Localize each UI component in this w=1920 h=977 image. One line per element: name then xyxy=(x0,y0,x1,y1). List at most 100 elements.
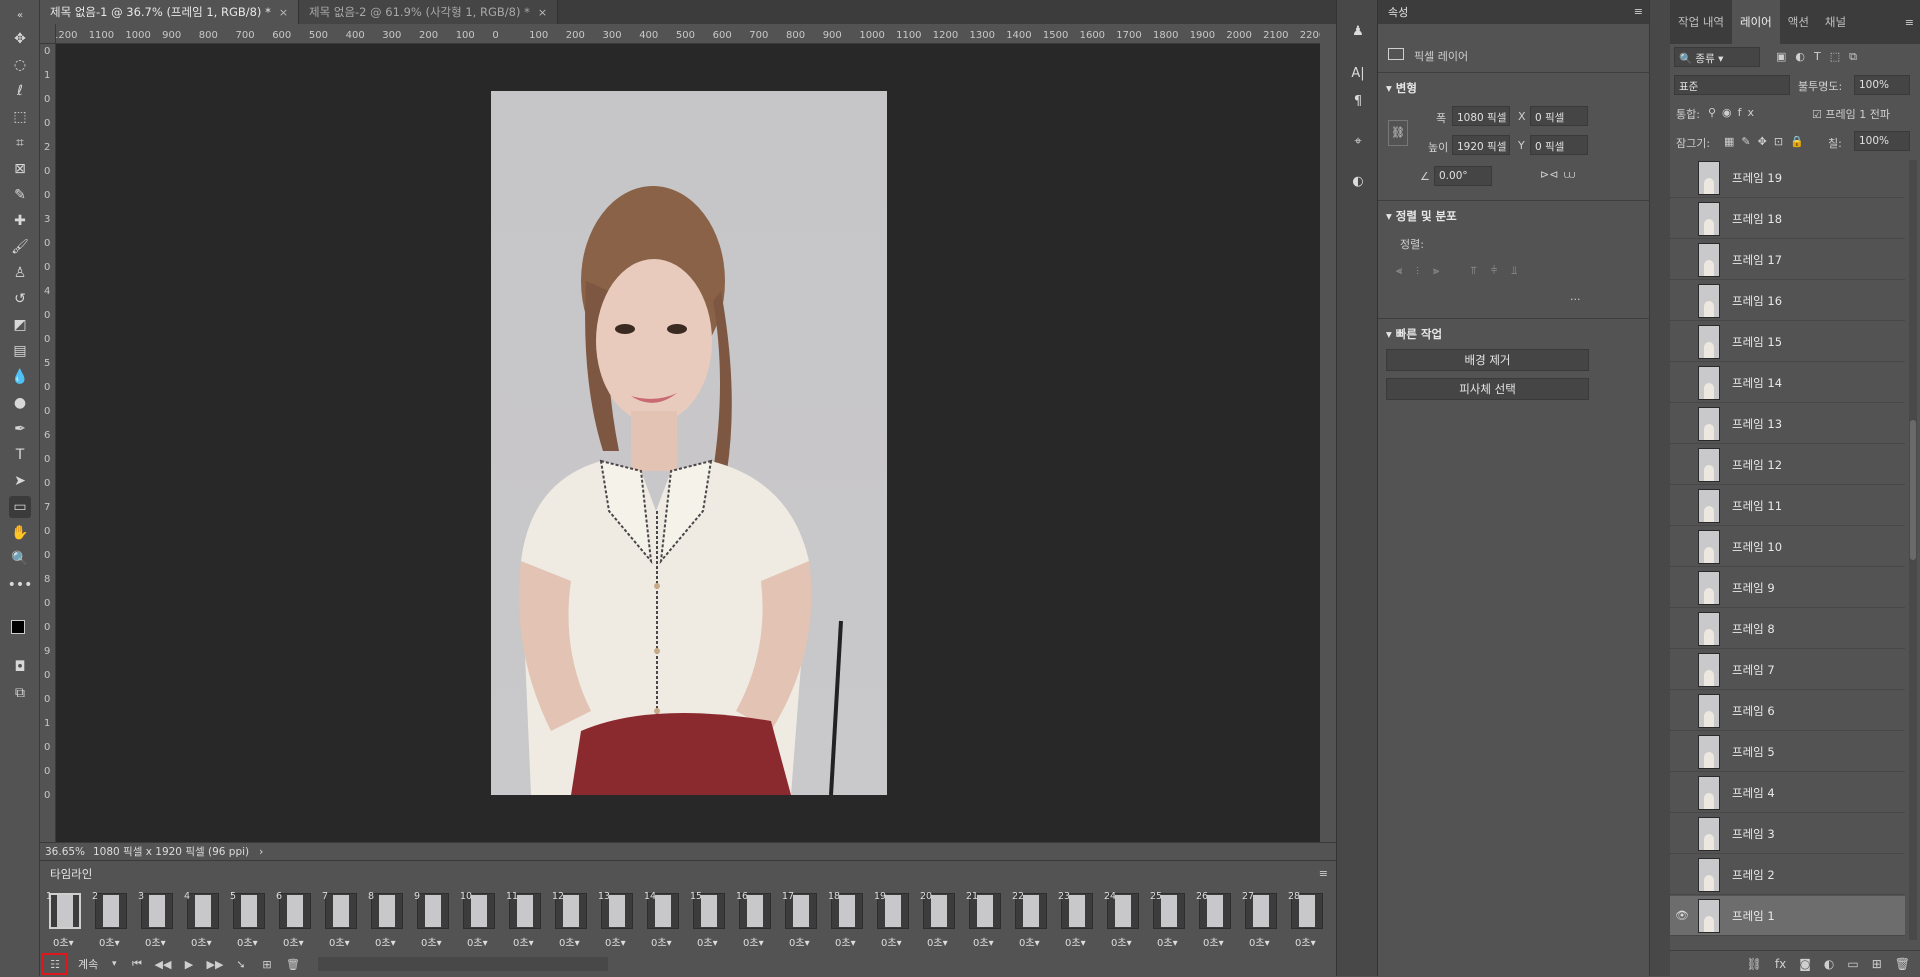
layer-row[interactable]: 프레임 3 xyxy=(1670,814,1905,854)
new-layer-icon[interactable]: ⊞ xyxy=(1872,957,1882,971)
tab-actions[interactable]: 액션 xyxy=(1780,0,1817,44)
blur-tool-icon[interactable]: 💧 xyxy=(9,366,31,388)
layer-row[interactable]: 프레임 17 xyxy=(1670,240,1905,280)
more-tools-icon[interactable]: ••• xyxy=(8,574,33,596)
frame-delay[interactable]: 0초▾ xyxy=(881,934,902,949)
visibility-toggle[interactable] xyxy=(1670,199,1694,239)
layer-row[interactable]: 프레임 12 xyxy=(1670,445,1905,485)
layer-row[interactable]: 프레임 8 xyxy=(1670,609,1905,649)
frame-delay[interactable]: 0초▾ xyxy=(927,934,948,949)
frame-delay[interactable]: 0초▾ xyxy=(1065,934,1086,949)
filter-icons[interactable]: ▣◐T⬚⧉ xyxy=(1776,50,1866,64)
timeline-frame[interactable]: 11 0초▾ xyxy=(503,890,547,950)
lock-icons[interactable]: ▦✎✥⊡🔒 xyxy=(1724,135,1811,148)
play-icon[interactable]: ▶ xyxy=(178,954,200,974)
timeline-frame[interactable]: 16 0초▾ xyxy=(733,890,777,950)
foreground-color-swatch[interactable] xyxy=(11,620,25,634)
previous-frame-icon[interactable]: ◀◀ xyxy=(152,954,174,974)
timeline-frame[interactable]: 5 0초▾ xyxy=(227,890,271,950)
layer-scrollbar[interactable] xyxy=(1909,160,1917,940)
crop-tool-icon[interactable]: ⌗ xyxy=(9,132,31,154)
convert-to-video-timeline-icon[interactable]: ☷ xyxy=(42,953,68,975)
frame-delay[interactable]: 0초▾ xyxy=(1295,934,1316,949)
layer-row[interactable]: 프레임 19 xyxy=(1670,158,1905,198)
width-field[interactable]: 1080 픽셀 xyxy=(1452,106,1510,126)
fx-icon[interactable]: fx xyxy=(1775,957,1786,971)
timeline-frame[interactable]: 3 0초▾ xyxy=(135,890,179,950)
tab-channels[interactable]: 채널 xyxy=(1817,0,1854,44)
filter-kind-select[interactable]: 🔍 종류 ▾ xyxy=(1674,47,1760,67)
paths-panel-icon[interactable]: ⌖ xyxy=(1347,130,1369,152)
gradient-tool-icon[interactable]: ▤ xyxy=(9,340,31,362)
timeline-frame[interactable]: 24 0초▾ xyxy=(1101,890,1145,950)
visibility-toggle[interactable] xyxy=(1670,445,1694,485)
hand-tool-icon[interactable]: ✋ xyxy=(9,522,31,544)
marquee-tool-icon[interactable]: ◌ xyxy=(9,54,31,76)
layer-row[interactable]: 프레임 5 xyxy=(1670,732,1905,772)
remove-background-button[interactable]: 배경 제거 xyxy=(1386,349,1589,371)
link-layers-icon[interactable]: ⛓ xyxy=(1747,957,1762,971)
frame-delay[interactable]: 0초▾ xyxy=(237,934,258,949)
timeline-frame[interactable]: 23 0초▾ xyxy=(1055,890,1099,950)
visibility-toggle[interactable] xyxy=(1670,404,1694,444)
panel-menu-icon[interactable]: ≡ xyxy=(1905,16,1914,29)
timeline-frame[interactable]: 7 0초▾ xyxy=(319,890,363,950)
object-select-tool-icon[interactable]: ⬚ xyxy=(9,106,31,128)
zoom-tool-icon[interactable]: 🔍 xyxy=(9,548,31,570)
timeline-frame[interactable]: 14 0초▾ xyxy=(641,890,685,950)
rectangle-tool-icon[interactable]: ▭ xyxy=(9,496,31,518)
chevron-down-icon[interactable]: ▾ xyxy=(1386,327,1396,341)
timeline-frame[interactable]: 21 0초▾ xyxy=(963,890,1007,950)
character-panel-icon[interactable]: A| xyxy=(1347,62,1369,84)
frame-delay[interactable]: 0초▾ xyxy=(191,934,212,949)
lasso-tool-icon[interactable]: ℓ xyxy=(9,80,31,102)
layer-row[interactable]: 👁 프레임 1 xyxy=(1670,896,1905,936)
frame-delay[interactable]: 0초▾ xyxy=(605,934,626,949)
frame-delay[interactable]: 0초▾ xyxy=(1111,934,1132,949)
panel-menu-icon[interactable]: ≡ xyxy=(1319,867,1328,880)
path-select-icon[interactable]: ➤ xyxy=(9,470,31,492)
layer-row[interactable]: 프레임 18 xyxy=(1670,199,1905,239)
opacity-field[interactable]: 100% xyxy=(1854,75,1910,95)
visibility-toggle[interactable] xyxy=(1670,732,1694,772)
layer-row[interactable]: 프레임 4 xyxy=(1670,773,1905,813)
frame-delay[interactable]: 0초▾ xyxy=(513,934,534,949)
visibility-toggle[interactable] xyxy=(1670,609,1694,649)
frame-delay[interactable]: 0초▾ xyxy=(559,934,580,949)
layer-row[interactable]: 프레임 11 xyxy=(1670,486,1905,526)
y-field[interactable]: 0 픽셀 xyxy=(1530,135,1588,155)
pen-tool-icon[interactable]: ✒ xyxy=(9,418,31,440)
blend-mode-select[interactable]: 표준 xyxy=(1674,75,1790,95)
chevron-down-icon[interactable]: ▾ xyxy=(112,959,126,969)
brush-tool-icon[interactable]: 🖌 xyxy=(9,236,31,258)
visibility-toggle[interactable] xyxy=(1670,158,1694,198)
timeline-frame[interactable]: 15 0초▾ xyxy=(687,890,731,950)
timeline-frame[interactable]: 2 0초▾ xyxy=(89,890,133,950)
quick-mask-icon[interactable]: ◘ xyxy=(9,656,31,678)
frame-delay[interactable]: 0초▾ xyxy=(329,934,350,949)
next-frame-icon[interactable]: ▶▶ xyxy=(204,954,226,974)
more-options[interactable]: ... xyxy=(1570,290,1581,303)
loop-select[interactable]: 계속 xyxy=(78,956,112,972)
frame-delay[interactable]: 0초▾ xyxy=(789,934,810,949)
layer-row[interactable]: 프레임 9 xyxy=(1670,568,1905,608)
frame-delay[interactable]: 0초▾ xyxy=(421,934,442,949)
timeline-frame[interactable]: 25 0초▾ xyxy=(1147,890,1191,950)
visibility-toggle[interactable] xyxy=(1670,281,1694,321)
flip-vertical-icon[interactable]: ⩊ xyxy=(1564,168,1575,182)
timeline-scrollbar[interactable] xyxy=(318,957,608,971)
zoom-level[interactable]: 36.65% xyxy=(45,846,93,858)
paragraph-panel-icon[interactable]: ¶ xyxy=(1347,90,1369,112)
tween-icon[interactable]: ➘ xyxy=(230,954,252,974)
timeline-frame[interactable]: 13 0초▾ xyxy=(595,890,639,950)
frame-delay[interactable]: 0초▾ xyxy=(467,934,488,949)
eraser-tool-icon[interactable]: ◩ xyxy=(9,314,31,336)
timeline-frame[interactable]: 10 0초▾ xyxy=(457,890,501,950)
timeline-frame[interactable]: 28 0초▾ xyxy=(1285,890,1329,950)
history-brush-icon[interactable]: ↺ xyxy=(9,288,31,310)
stamp-panel-icon[interactable]: ♟ xyxy=(1347,20,1369,42)
visibility-toggle[interactable] xyxy=(1670,240,1694,280)
fill-field[interactable]: 100% xyxy=(1854,131,1910,151)
propagate-checkbox[interactable]: ☑ 프레임 1 전파 xyxy=(1812,106,1890,122)
link-icon[interactable]: ⛓ xyxy=(1388,120,1408,146)
